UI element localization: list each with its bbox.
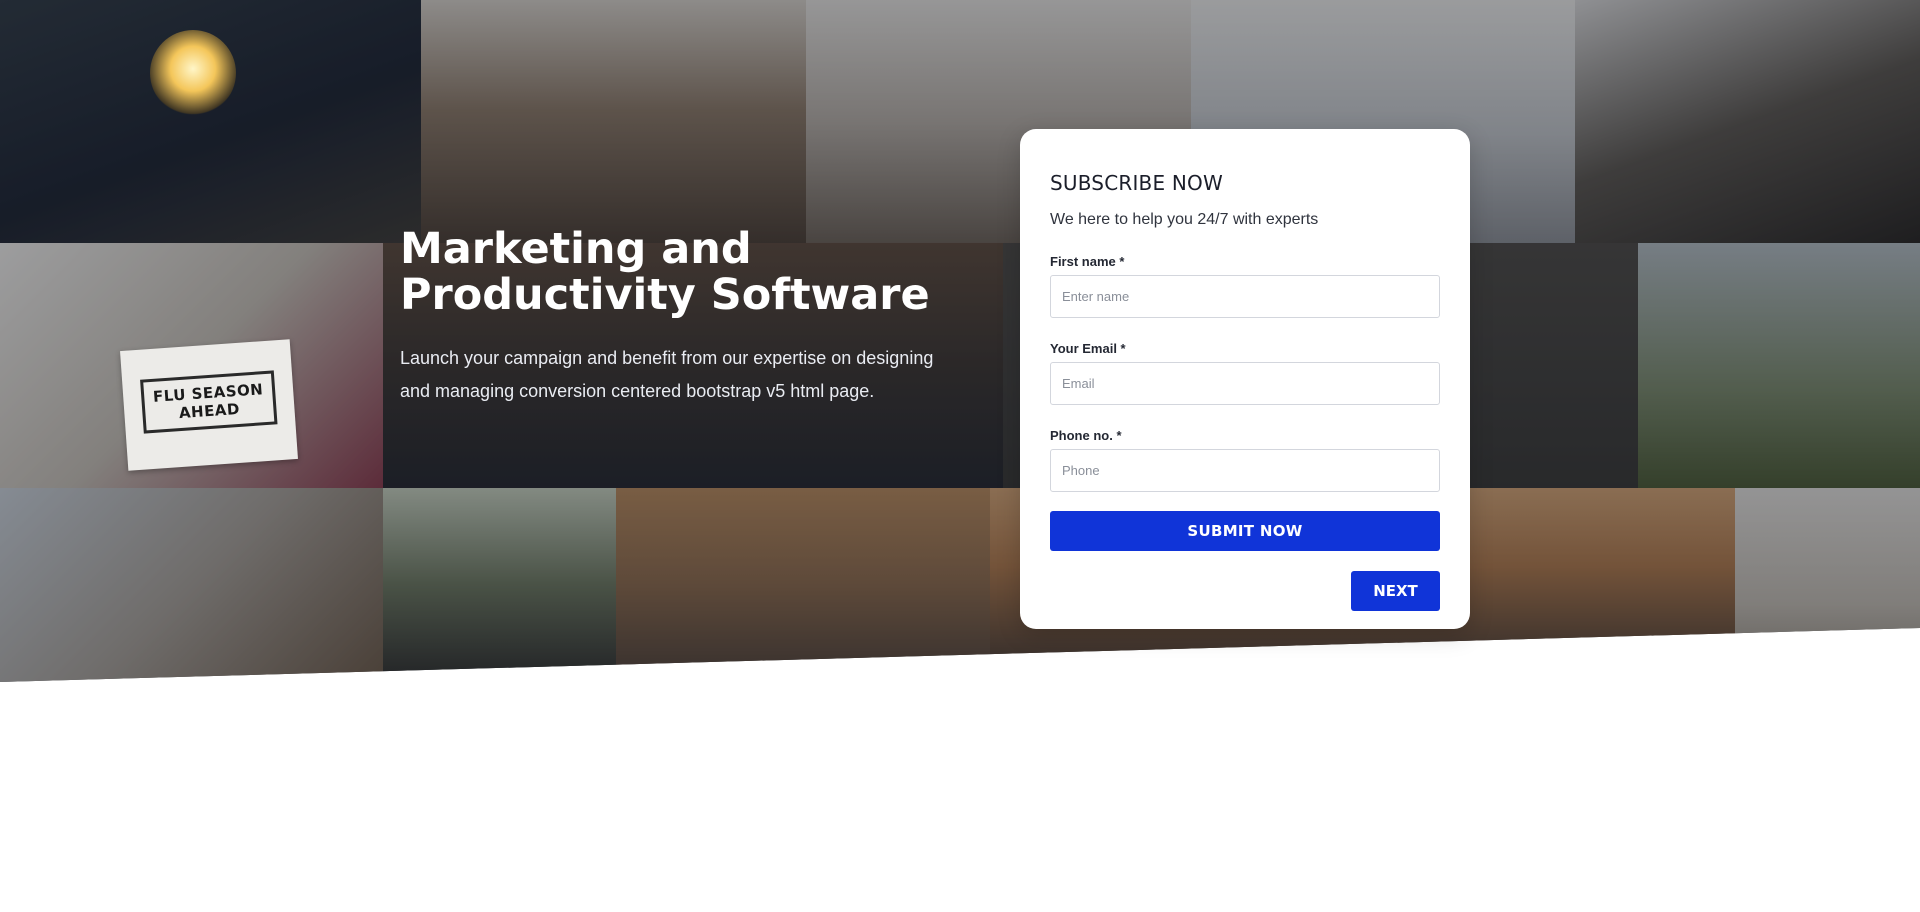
form-subtitle: We here to help you 24/7 with experts — [1050, 211, 1319, 228]
hero-photo-workspace — [616, 488, 990, 682]
first-name-input[interactable] — [1050, 275, 1440, 318]
hero-description: Launch your campaign and benefit from ou… — [400, 348, 934, 401]
hero-title: Marketing and Productivity Software — [400, 226, 960, 318]
hero-photo-courtyard — [1638, 243, 1920, 488]
phone-label: Phone no. * — [1050, 428, 1122, 443]
hero-title-line-1: Marketing and — [400, 224, 752, 274]
hero-photo-office-team — [421, 0, 806, 243]
next-button[interactable]: NEXT — [1351, 571, 1440, 611]
hero-title-line-2: Productivity Software — [400, 270, 930, 320]
hero-section: FLU SEASON AHEAD — [0, 0, 1920, 682]
hero-photo-lamp — [1735, 488, 1920, 682]
photo-sign: FLU SEASON AHEAD — [120, 339, 298, 471]
phone-input[interactable] — [1050, 449, 1440, 492]
hero-content: Marketing and Productivity Software Laun… — [400, 226, 960, 408]
subscribe-form-card: SUBSCRIBE NOW We here to help you 24/7 w… — [1020, 129, 1470, 629]
photo-sign-text: FLU SEASON AHEAD — [140, 370, 278, 434]
form-title: SUBSCRIBE NOW — [1050, 171, 1223, 195]
email-input[interactable] — [1050, 362, 1440, 405]
email-label: Your Email * — [1050, 341, 1126, 356]
hero-photo-meeting — [0, 488, 383, 682]
lightbulb-icon — [150, 30, 236, 116]
hero-photo-thinker — [383, 488, 616, 682]
first-name-label: First name * — [1050, 254, 1125, 269]
hero-photo-laptop-group — [1575, 0, 1920, 243]
submit-button[interactable]: SUBMIT NOW — [1050, 511, 1440, 551]
